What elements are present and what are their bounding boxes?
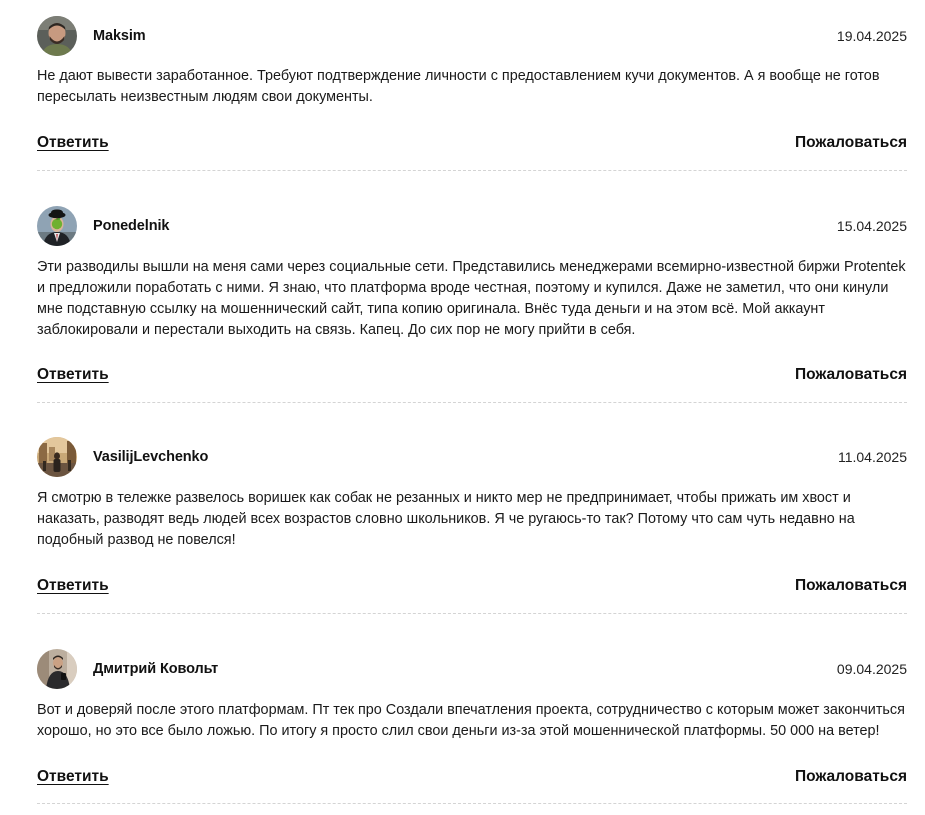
reply-link[interactable]: Ответить <box>37 366 109 384</box>
report-link[interactable]: Пожаловаться <box>795 366 907 384</box>
comments-list: Maksim 19.04.2025 Не дают вывести зарабо… <box>0 0 925 815</box>
comment-header: Дмитрий Ковольт 09.04.2025 <box>37 649 907 691</box>
reply-link[interactable]: Ответить <box>37 134 109 152</box>
avatar <box>37 649 77 689</box>
comment-date: 19.04.2025 <box>836 28 907 44</box>
comment-text: Вот и доверяй после этого платформам. Пт… <box>37 702 905 739</box>
avatar <box>37 206 77 246</box>
comment-header: Maksim 19.04.2025 <box>37 16 907 58</box>
author-name: Дмитрий Ковольт <box>93 661 219 677</box>
comment-item: Дмитрий Ковольт 09.04.2025 Вот и доверяй… <box>37 649 907 804</box>
avatar <box>37 437 77 477</box>
comment-actions: Ответить Пожаловаться <box>37 768 907 792</box>
comment-date: 11.04.2025 <box>837 449 907 465</box>
author-name: Maksim <box>93 28 146 44</box>
comment-date: 15.04.2025 <box>836 218 907 234</box>
reply-link[interactable]: Ответить <box>37 577 109 595</box>
avatar <box>37 16 77 56</box>
avatar-photo-man-beard-icon <box>37 16 77 56</box>
avatar-photo-man-mirror-icon <box>37 649 77 689</box>
author-name: VasilijLevchenko <box>93 449 209 465</box>
report-link[interactable]: Пожаловаться <box>795 577 907 595</box>
author-name: Ponedelnik <box>93 218 170 234</box>
comment-header: VasilijLevchenko 11.04.2025 <box>37 437 907 479</box>
comment-date: 09.04.2025 <box>836 661 907 677</box>
comment-header: Ponedelnik 15.04.2025 <box>37 206 907 248</box>
comment-item: Maksim 19.04.2025 Не дают вывести зарабо… <box>37 16 907 171</box>
report-link[interactable]: Пожаловаться <box>795 768 907 786</box>
report-link[interactable]: Пожаловаться <box>795 134 907 152</box>
comment-actions: Ответить Пожаловаться <box>37 134 907 158</box>
comment-item: Ponedelnik 15.04.2025 Эти разводилы вышл… <box>37 206 907 403</box>
reply-link[interactable]: Ответить <box>37 768 109 786</box>
comment-actions: Ответить Пожаловаться <box>37 366 907 390</box>
comment-text: Эти разводилы вышли на меня сами через с… <box>37 259 906 338</box>
comment-text: Не дают вывести заработанное. Требуют по… <box>37 68 880 105</box>
avatar-street-photo-icon <box>37 437 77 477</box>
comment-text: Я смотрю в тележке развелось воришек как… <box>37 490 855 548</box>
avatar-bowler-hat-apple-icon <box>37 206 77 246</box>
comment-actions: Ответить Пожаловаться <box>37 577 907 601</box>
comment-item: VasilijLevchenko 11.04.2025 Я смотрю в т… <box>37 437 907 614</box>
